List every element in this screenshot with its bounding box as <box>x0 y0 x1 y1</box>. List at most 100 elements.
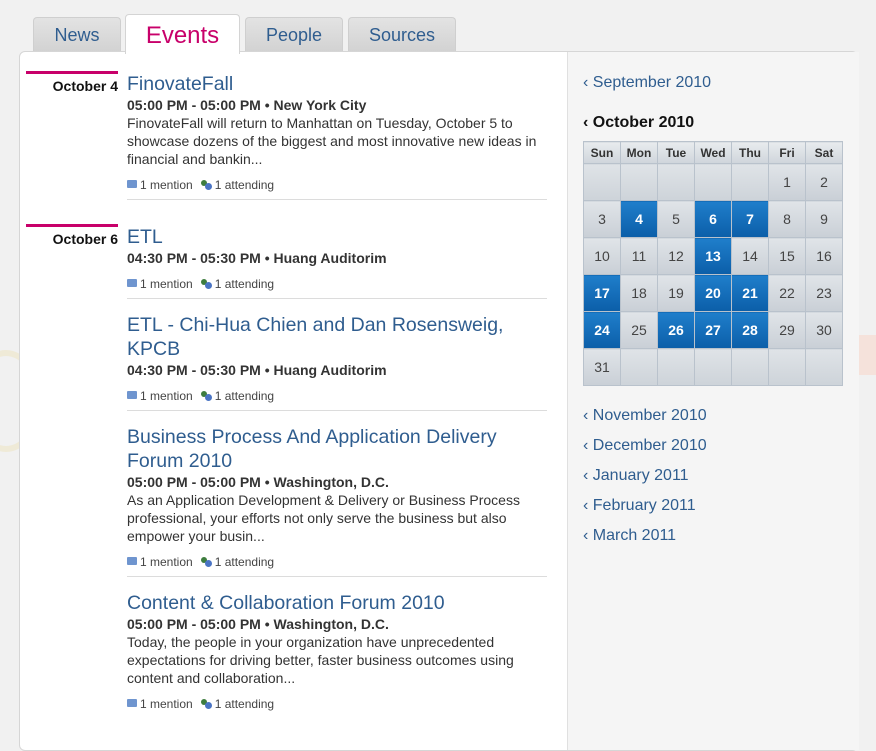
divider <box>127 298 547 299</box>
calendar-day-with-events[interactable]: 28 <box>731 311 769 349</box>
attending-label: 1 attending <box>214 555 275 569</box>
event-stats: 1 mention 1 attending <box>127 277 547 291</box>
mention-count[interactable]: 1 mention <box>127 178 193 192</box>
date-marker <box>26 224 118 227</box>
calendar-day-with-events[interactable]: 20 <box>694 274 732 312</box>
event-item: ETL - Chi-Hua Chien and Dan Rosensweig, … <box>127 313 547 403</box>
calendar-empty-cell <box>657 348 695 386</box>
attending-label: 1 attending <box>214 178 275 192</box>
event-title[interactable]: Business Process And Application Deliver… <box>127 425 547 473</box>
event-title[interactable]: ETL - Chi-Hua Chien and Dan Rosensweig, … <box>127 313 547 361</box>
weekday-label: Thu <box>731 141 769 164</box>
month-link-prev[interactable]: ‹ September 2010 <box>583 74 711 92</box>
calendar-day-with-events[interactable]: 24 <box>583 311 621 349</box>
calendar-empty-cell <box>694 348 732 386</box>
calendar-day-with-events[interactable]: 17 <box>583 274 621 312</box>
calendar-week-row: 31 <box>583 348 843 386</box>
month-link-next[interactable]: ‹ February 2011 <box>583 497 696 515</box>
date-marker <box>26 71 118 74</box>
calendar-week-row: 24 25 26 27 28 29 30 <box>583 311 843 349</box>
date-label: October 6 <box>52 231 118 247</box>
divider <box>127 199 547 200</box>
people-icon <box>200 699 212 709</box>
attending-count[interactable]: 1 attending <box>200 389 275 403</box>
calendar-day-with-events[interactable]: 27 <box>694 311 732 349</box>
calendar-day-with-events[interactable]: 4 <box>620 200 658 238</box>
calendar-empty-cell <box>620 163 658 201</box>
mention-label: 1 mention <box>140 555 193 569</box>
calendar-day-with-events[interactable]: 21 <box>731 274 769 312</box>
event-stats: 1 mention 1 attending <box>127 178 547 192</box>
event-title[interactable]: ETL <box>127 225 547 249</box>
calendar-day: 11 <box>620 237 658 275</box>
calendar-empty-cell <box>731 163 769 201</box>
people-icon <box>200 557 212 567</box>
calendar-day-with-events[interactable]: 7 <box>731 200 769 238</box>
event-time-location: 05:00 PM - 05:00 PM • New York City <box>127 97 367 113</box>
mention-count[interactable]: 1 mention <box>127 389 193 403</box>
event-title[interactable]: FinovateFall <box>127 72 547 96</box>
tab-people[interactable]: People <box>245 17 343 52</box>
event-time-location: 05:00 PM - 05:00 PM • Washington, D.C. <box>127 474 389 490</box>
calendar-day: 16 <box>805 237 843 275</box>
tab-news[interactable]: News <box>33 17 121 52</box>
calendar-day: 25 <box>620 311 658 349</box>
tab-sources[interactable]: Sources <box>348 17 456 52</box>
calendar-day: 5 <box>657 200 695 238</box>
calendar-empty-cell <box>694 163 732 201</box>
people-icon <box>200 391 212 401</box>
month-link-next[interactable]: ‹ November 2010 <box>583 407 707 425</box>
calendar-week-row: 12 <box>583 163 843 201</box>
calendar-day: 29 <box>768 311 806 349</box>
calendar-day-with-events[interactable]: 26 <box>657 311 695 349</box>
attending-count[interactable]: 1 attending <box>200 555 275 569</box>
calendar-day: 1 <box>768 163 806 201</box>
comment-icon <box>127 699 137 707</box>
mention-count[interactable]: 1 mention <box>127 277 193 291</box>
calendar-day: 10 <box>583 237 621 275</box>
attending-label: 1 attending <box>214 389 275 403</box>
calendar-empty-cell <box>657 163 695 201</box>
event-time-location: 04:30 PM - 05:30 PM • Huang Auditorim <box>127 250 387 266</box>
calendar-week-row: 3456789 <box>583 200 843 238</box>
calendar-day: 8 <box>768 200 806 238</box>
calendar-empty-cell <box>583 163 621 201</box>
comment-icon <box>127 391 137 399</box>
calendar-day: 15 <box>768 237 806 275</box>
month-link-next[interactable]: ‹ March 2011 <box>583 527 676 545</box>
month-link-next[interactable]: ‹ December 2010 <box>583 437 707 455</box>
mention-label: 1 mention <box>140 178 193 192</box>
event-item: ETL 04:30 PM - 05:30 PM • Huang Auditori… <box>127 225 547 291</box>
people-icon <box>200 180 212 190</box>
weekday-label: Wed <box>694 141 732 164</box>
calendar-day: 9 <box>805 200 843 238</box>
comment-icon <box>127 279 137 287</box>
calendar-day: 22 <box>768 274 806 312</box>
calendar-sidebar: ‹ September 2010 ‹ October 2010 Sun Mon … <box>567 52 859 750</box>
calendar-day-with-events[interactable]: 13 <box>694 237 732 275</box>
month-calendar: Sun Mon Tue Wed Thu Fri Sat 1 2 3 4 5 6 7 8 9 10 1… <box>583 141 843 386</box>
calendar-day: 14 <box>731 237 769 275</box>
calendar-day-with-events[interactable]: 6 <box>694 200 732 238</box>
calendar-empty-cell <box>805 348 843 386</box>
attending-count[interactable]: 1 attending <box>200 277 275 291</box>
month-link-next[interactable]: ‹ January 2011 <box>583 467 689 485</box>
calendar-day: 2 <box>805 163 843 201</box>
mention-count[interactable]: 1 mention <box>127 555 193 569</box>
tab-events[interactable]: Events <box>125 14 240 54</box>
weekday-label: Tue <box>657 141 695 164</box>
attending-label: 1 attending <box>214 277 275 291</box>
event-description: Today, the people in your organization h… <box>127 634 514 686</box>
attending-count[interactable]: 1 attending <box>200 178 275 192</box>
attending-label: 1 attending <box>214 697 275 711</box>
people-icon <box>200 279 212 289</box>
attending-count[interactable]: 1 attending <box>200 697 275 711</box>
calendar-empty-cell <box>731 348 769 386</box>
calendar-day: 12 <box>657 237 695 275</box>
current-month-label: ‹ October 2010 <box>583 114 695 131</box>
event-title[interactable]: Content & Collaboration Forum 2010 <box>127 591 547 615</box>
event-time-location: 05:00 PM - 05:00 PM • Washington, D.C. <box>127 616 389 632</box>
mention-label: 1 mention <box>140 389 193 403</box>
mention-count[interactable]: 1 mention <box>127 697 193 711</box>
event-description: FinovateFall will return to Manhattan on… <box>127 115 537 167</box>
